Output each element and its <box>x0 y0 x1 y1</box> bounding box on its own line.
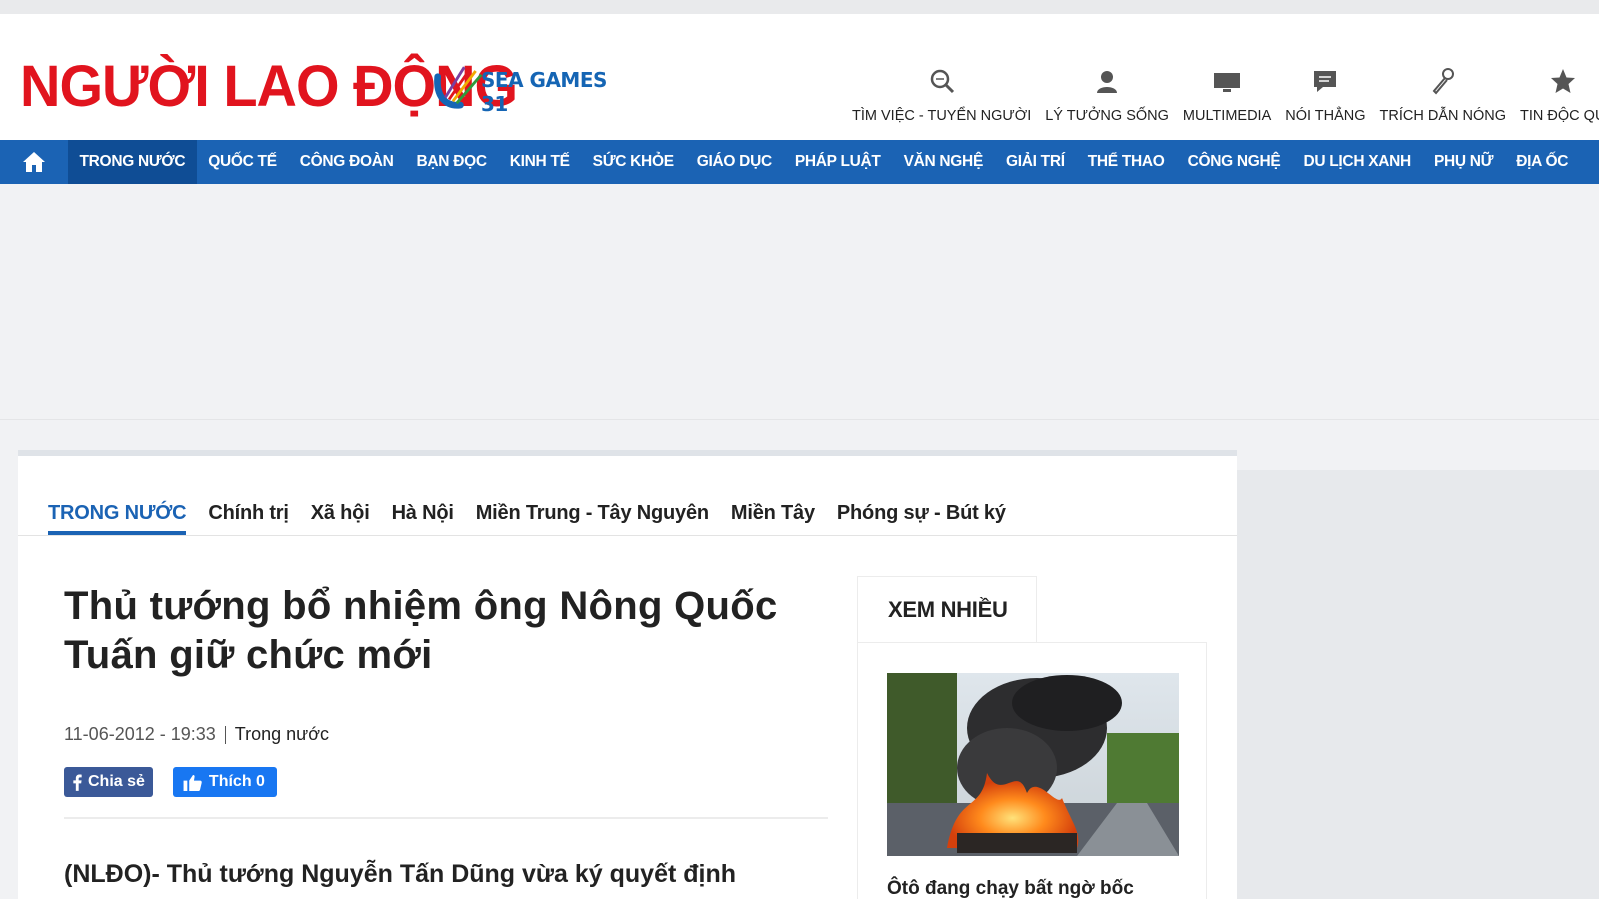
subnav-item-reportage[interactable]: Phóng sự - Bút ký <box>837 502 1006 535</box>
subnav-item-central-highlands[interactable]: Miền Trung - Tây Nguyên <box>476 502 709 535</box>
ad-banner-area <box>0 184 1599 420</box>
article-lead: (NLĐO)- Thủ tướng Nguyễn Tấn Dũng vừa ký… <box>64 860 737 888</box>
article-title-line: Thủ tướng bổ nhiệm ông Nông Quốc <box>64 584 778 628</box>
person-icon <box>1097 71 1118 93</box>
nav-item-entertainment[interactable]: GIẢI TRÍ <box>995 140 1077 184</box>
divider <box>64 817 828 819</box>
subnav-item-politics[interactable]: Chính trị <box>208 502 289 535</box>
article: Thủ tướng bổ nhiệm ông Nông Quốc Tuấn gi… <box>64 582 828 889</box>
monitor-icon <box>1214 73 1241 92</box>
sea-games-emblem-icon <box>434 66 483 109</box>
article-meta: 11-06-2012 - 19:33 Trong nước <box>64 724 828 745</box>
nav-item-arts[interactable]: VĂN NGHỆ <box>892 140 994 184</box>
quick-link-hot-quotes[interactable]: TRÍCH DẪN NÓNG <box>1380 64 1506 124</box>
sea-games-logo[interactable]: SEA GAMES 31 <box>432 62 632 116</box>
facebook-like-button[interactable]: Thích 0 <box>172 767 277 797</box>
subnav-item-hanoi[interactable]: Hà Nội <box>392 502 454 535</box>
home-icon <box>23 152 45 172</box>
nav-item-union[interactable]: CÔNG ĐOÀN <box>288 140 405 184</box>
nav-item-sports[interactable]: THỂ THAO <box>1076 140 1176 184</box>
star-icon <box>1550 69 1575 93</box>
quick-link-label: TRÍCH DẪN NÓNG <box>1379 108 1507 124</box>
meta-separator <box>224 725 226 744</box>
share-label: Chia sẻ <box>88 773 145 790</box>
most-viewed-tab[interactable]: XEM NHIỀU <box>857 576 1037 642</box>
home-button[interactable] <box>0 140 68 184</box>
quick-link-label: TÌM VIỆC - TUYỂN NGƯỜI <box>852 108 1032 124</box>
right-ad-area <box>1237 470 1599 899</box>
quick-link-straight-talk[interactable]: NÓI THẲNG <box>1285 64 1366 124</box>
article-title-line: Tuấn giữ chức mới <box>64 633 433 677</box>
quick-link-multimedia[interactable]: MULTIMEDIA <box>1183 64 1271 124</box>
nav-item-green-travel[interactable]: DU LỊCH XANH <box>1292 140 1422 184</box>
quick-link-ideals[interactable]: LÝ TƯỞNG SỐNG <box>1045 64 1169 124</box>
nav-item-education[interactable]: GIÁO DỤC <box>685 140 783 184</box>
facebook-share-button[interactable]: Chia sẻ <box>64 767 153 797</box>
content-area: TRONG NƯỚC Chính trị Xã hội Hà Nội Miền … <box>0 420 1599 899</box>
main-nav: TRONG NƯỚC QUỐC TẾ CÔNG ĐOÀN BẠN ĐỌC KIN… <box>0 140 1599 184</box>
burning-car-thumbnail[interactable] <box>887 673 1179 856</box>
search-icon <box>930 69 954 94</box>
share-bar: Chia sẻ Thích 0 <box>64 767 828 797</box>
like-label: Thích 0 <box>208 773 265 790</box>
sub-nav: TRONG NƯỚC Chính trị Xã hội Hà Nội Miền … <box>18 456 1237 536</box>
subnav-item-mekong[interactable]: Miền Tây <box>731 502 815 535</box>
quick-links: TÌM VIỆC - TUYỂN NGƯỜI LÝ TƯỞNG SỐNG MUL… <box>852 64 1599 124</box>
nav-item-domestic[interactable]: TRONG NƯỚC <box>68 140 197 184</box>
nav-item-technology[interactable]: CÔNG NGHỆ <box>1176 140 1292 184</box>
chat-icon <box>1314 71 1337 92</box>
quick-link-label: MULTIMEDIA <box>1182 108 1272 124</box>
quick-link-label: TIN ĐỘC QU <box>1520 108 1599 124</box>
facebook-icon <box>73 774 82 791</box>
article-date: 11-06-2012 - 19:33 <box>64 724 216 744</box>
quick-link-label: NÓI THẲNG <box>1285 108 1366 124</box>
nav-item-economy[interactable]: KINH TẾ <box>498 140 581 184</box>
article-title: Thủ tướng bổ nhiệm ông Nông Quốc Tuấn gi… <box>64 582 828 680</box>
sea-games-text: SEA GAMES 31 <box>481 68 607 116</box>
subnav-item-domestic[interactable]: TRONG NƯỚC <box>48 502 187 535</box>
article-category[interactable]: Trong nước <box>235 724 329 745</box>
top-strip <box>0 0 1599 14</box>
site-header: NGƯỜI LAO ĐỘNG SEA GAMES 31 TÌM VIỆC - T… <box>0 14 1599 140</box>
most-viewed-box: XEM NHIỀU Ôtô đang chạy bất ngờ bốc <box>857 576 1207 899</box>
most-viewed-caption[interactable]: Ôtô đang chạy bất ngờ bốc <box>887 878 1134 899</box>
thumbs-up-icon <box>183 774 202 791</box>
quick-link-exclusive[interactable]: TIN ĐỘC QU <box>1520 64 1599 124</box>
nav-item-international[interactable]: QUỐC TẾ <box>197 140 289 184</box>
microphone-icon <box>1432 68 1454 95</box>
nav-item-health[interactable]: SỨC KHỎE <box>581 140 685 184</box>
nav-item-real-estate[interactable]: ĐỊA ỐC <box>1505 140 1580 184</box>
nav-item-readers[interactable]: BẠN ĐỌC <box>405 140 498 184</box>
nav-item-women[interactable]: PHỤ NỮ <box>1422 140 1504 184</box>
most-viewed-list <box>857 642 1207 899</box>
quick-link-jobs[interactable]: TÌM VIỆC - TUYỂN NGƯỜI <box>852 64 1031 124</box>
main-card: TRONG NƯỚC Chính trị Xã hội Hà Nội Miền … <box>18 450 1237 899</box>
nav-item-law[interactable]: PHÁP LUẬT <box>783 140 892 184</box>
quick-link-label: LÝ TƯỞNG SỐNG <box>1045 108 1169 124</box>
subnav-item-society[interactable]: Xã hội <box>311 502 370 535</box>
